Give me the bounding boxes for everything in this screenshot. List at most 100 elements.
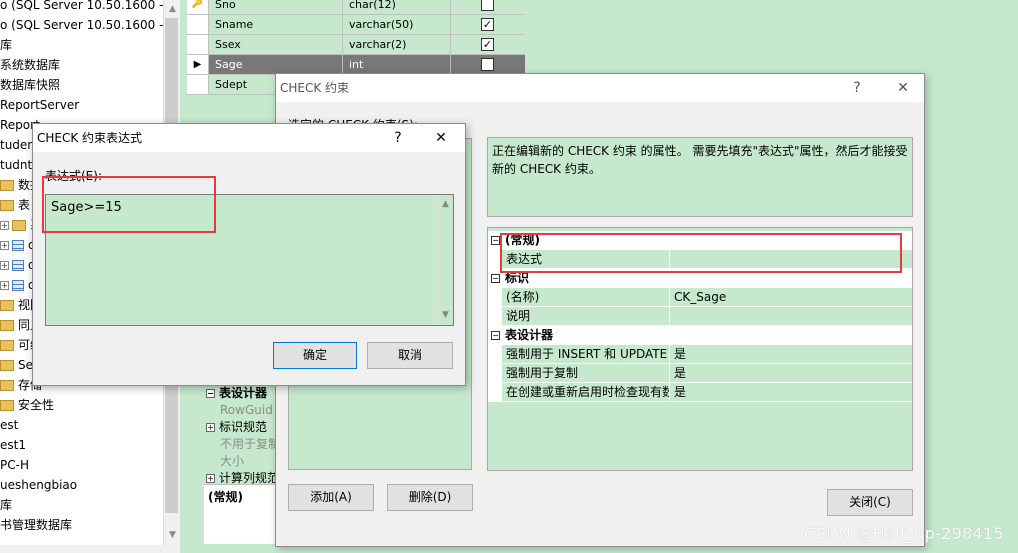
tree-item[interactable]: +d: [0, 255, 36, 275]
table-icon: [12, 240, 24, 251]
folder-icon: [0, 180, 14, 191]
expression-scrollbar[interactable]: ▲ ▼: [436, 195, 453, 325]
scroll-down-icon[interactable]: ▼: [437, 308, 454, 322]
column-row[interactable]: Sname varchar(50) ✓: [187, 15, 525, 35]
tree-item[interactable]: +d: [0, 235, 36, 255]
tree-item[interactable]: ueshengbiao: [0, 475, 77, 495]
allow-null-checkbox[interactable]: ✓: [481, 18, 494, 31]
expand-icon[interactable]: +: [206, 423, 215, 432]
property-value[interactable]: 是: [670, 383, 912, 402]
collapse-icon[interactable]: −: [491, 331, 500, 340]
tree-item[interactable]: 安全性: [0, 395, 54, 415]
tree-item[interactable]: 库: [0, 35, 12, 55]
delete-button[interactable]: 删除(D): [387, 484, 473, 511]
folder-icon: [12, 220, 26, 231]
data-type-cell[interactable]: varchar(50): [343, 15, 451, 34]
property-row[interactable]: 强制用于复制是: [488, 364, 912, 383]
expand-icon[interactable]: +: [0, 241, 9, 250]
property-category[interactable]: − 表设计器: [488, 326, 912, 345]
allow-null-checkbox[interactable]: ✓: [481, 58, 494, 71]
close-button[interactable]: 关闭(C): [827, 489, 913, 516]
tree-item-label: tudnt: [0, 158, 33, 172]
column-name-cell[interactable]: Sage: [209, 55, 343, 74]
tree-item[interactable]: 库: [0, 495, 12, 515]
column-row[interactable]: 🔑 Sno char(12): [187, 0, 525, 15]
close-icon[interactable]: ✕: [888, 74, 918, 102]
column-row[interactable]: Ssex varchar(2) ✓: [187, 35, 525, 55]
collapse-icon[interactable]: −: [491, 236, 500, 245]
folder-icon: [0, 380, 14, 391]
row-selector[interactable]: [187, 15, 209, 34]
tree-item[interactable]: PC-H: [0, 455, 29, 475]
column-property-row[interactable]: + 标识规范: [204, 419, 267, 436]
property-row[interactable]: (名称) CK_Sage: [488, 288, 912, 307]
table-icon: [12, 260, 24, 271]
column-property-label: 标识规范: [219, 420, 268, 434]
property-gutter: [488, 383, 502, 402]
column-properties-description: (常规): [204, 484, 276, 544]
property-row[interactable]: 说明: [488, 307, 912, 326]
column-property-row[interactable]: 大小: [204, 453, 244, 470]
folder-icon: [0, 360, 14, 371]
tree-item[interactable]: +d: [0, 275, 36, 295]
ok-button[interactable]: 确定: [273, 342, 357, 369]
expand-icon[interactable]: +: [0, 281, 9, 290]
tree-item[interactable]: ReportServer: [0, 95, 79, 115]
data-type-cell[interactable]: varchar(2): [343, 35, 451, 54]
close-icon[interactable]: ✕: [426, 124, 456, 152]
tree-item[interactable]: 表: [0, 195, 30, 215]
tree-item[interactable]: 系统数据库: [0, 55, 60, 75]
data-type-cell[interactable]: int: [343, 55, 451, 74]
column-property-row[interactable]: 不用于复制: [204, 436, 280, 453]
help-icon[interactable]: ?: [842, 74, 872, 102]
property-row[interactable]: 在创建或重新启用时检查现有数据是: [488, 383, 912, 402]
tree-item-label: est: [0, 418, 19, 432]
row-selector[interactable]: [187, 35, 209, 54]
property-name: 说明: [502, 307, 670, 326]
help-icon[interactable]: ?: [383, 124, 413, 152]
tree-item[interactable]: est1: [0, 435, 26, 455]
explorer-horizontal-scrollbar[interactable]: [0, 545, 180, 553]
property-value[interactable]: [670, 307, 912, 326]
folder-icon: [0, 340, 14, 351]
tree-item[interactable]: 数据库快照: [0, 75, 60, 95]
primary-key-icon[interactable]: 🔑: [187, 0, 209, 14]
allow-null-checkbox[interactable]: [481, 0, 494, 11]
column-name-cell[interactable]: Sname: [209, 15, 343, 34]
data-type-cell[interactable]: char(12): [343, 0, 451, 14]
property-name: 在创建或重新启用时检查现有数据: [502, 383, 670, 402]
tree-item[interactable]: est: [0, 415, 18, 435]
allow-null-checkbox[interactable]: ✓: [481, 38, 494, 51]
tree-item[interactable]: o (SQL Server 10.50.1600 - sa: [0, 15, 179, 35]
check-dialog-title: CHECK 约束: [280, 81, 350, 95]
expand-icon[interactable]: +: [0, 261, 9, 270]
add-button[interactable]: 添加(A): [288, 484, 374, 511]
cancel-button[interactable]: 取消: [367, 342, 453, 369]
tree-item[interactable]: 书管理数据库: [0, 515, 72, 535]
row-selector[interactable]: [187, 75, 209, 94]
column-property-label: 不用于复制: [220, 437, 281, 451]
property-value[interactable]: 是: [670, 364, 912, 383]
scroll-up-icon[interactable]: ▲: [164, 2, 181, 16]
expand-icon[interactable]: +: [206, 474, 215, 483]
tree-item[interactable]: o (SQL Server 10.50.1600 - Cl: [0, 0, 179, 15]
tree-item-label: ReportServer: [0, 98, 80, 112]
property-name: 强制用于复制: [502, 364, 670, 383]
expand-icon[interactable]: +: [0, 221, 9, 230]
scroll-up-icon[interactable]: ▲: [437, 197, 454, 211]
column-name-cell[interactable]: Ssex: [209, 35, 343, 54]
column-name-cell[interactable]: Sno: [209, 0, 343, 14]
allow-null-cell: [451, 0, 525, 14]
column-property-row[interactable]: − 表设计器: [204, 385, 267, 402]
tree-item[interactable]: tudnt: [0, 155, 32, 175]
column-row[interactable]: ▶ Sage int ✓: [187, 55, 525, 75]
folder-icon: [0, 400, 14, 411]
property-row[interactable]: 强制用于 INSERT 和 UPDATE 是: [488, 345, 912, 364]
scroll-down-icon[interactable]: ▼: [164, 528, 181, 542]
property-value[interactable]: 是: [670, 345, 912, 364]
collapse-icon[interactable]: −: [206, 389, 215, 398]
collapse-icon[interactable]: −: [491, 274, 500, 283]
property-value[interactable]: CK_Sage: [670, 288, 912, 307]
column-property-row[interactable]: RowGuid: [204, 402, 273, 419]
current-row-icon[interactable]: ▶: [187, 55, 209, 74]
